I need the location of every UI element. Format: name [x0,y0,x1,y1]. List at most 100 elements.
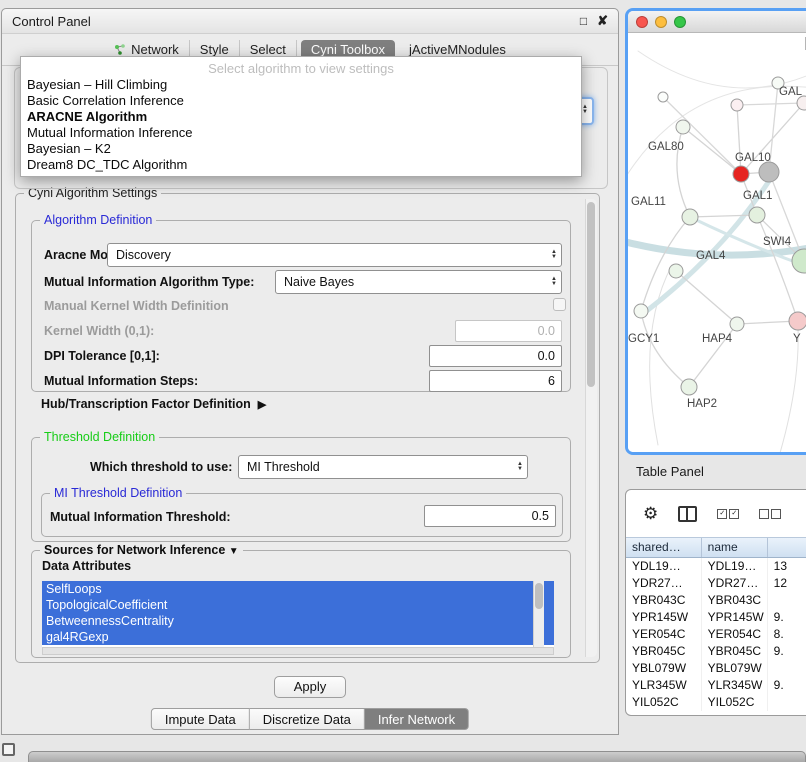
settings-scrollbar-thumb[interactable] [587,202,595,387]
attributes-hscrollbar[interactable] [42,647,554,655]
mi-threshold-field[interactable]: 0.5 [424,505,556,527]
table-row[interactable]: YPR145WYPR145W9. [626,609,806,626]
cyni-algorithm-settings-group: Cyni Algorithm Settings Algorithm Defini… [15,193,600,663]
network-node[interactable] [658,92,668,102]
apply-button[interactable]: Apply [274,676,346,698]
hub-definition-expander[interactable]: Hub/Transcription Factor Definition ▶ [41,397,266,411]
column-header-shared[interactable]: shared… [626,538,702,557]
attributes-scrollbar[interactable] [533,581,544,647]
tab-label: jActiveMNodules [409,43,506,57]
dpi-tolerance-field[interactable]: 0.0 [429,345,562,367]
network-node[interactable] [759,162,779,182]
table-cell: YDR27… [626,575,702,592]
network-node[interactable] [676,120,690,134]
mi-type-value: Naive Bayes [284,275,354,289]
mi-threshold-label: Mutual Information Threshold: [50,510,231,524]
attribute-item-topologicalcoefficient[interactable]: TopologicalCoefficient [42,597,554,613]
attribute-item-selfloops[interactable]: SelfLoops [42,581,554,597]
menu-item-dream8-dc-tdc-algorithm[interactable]: Dream8 DC_TDC Algorithm [21,157,581,173]
table-row[interactable]: YBR045CYBR045C9. [626,643,806,660]
aracne-mode-combobox[interactable]: Discovery ▲▼ [107,243,562,267]
table-row[interactable]: YDL19…YDL19…13 [626,558,806,575]
table-row[interactable]: YBR043CYBR043C [626,592,806,609]
table-row[interactable]: YBL079WYBL079W [626,660,806,677]
network-node[interactable] [682,209,698,225]
network-edge[interactable] [641,311,689,387]
kernel-width-field[interactable]: 0.0 [455,320,562,342]
menu-item-mutual-information-inference[interactable]: Mutual Information Inference [21,125,581,141]
network-node[interactable] [749,207,765,223]
network-node[interactable] [731,99,743,111]
stepper-icon: ▲▼ [551,250,557,260]
algorithm-definition-group: Algorithm Definition Aracne Mode: Discov… [31,220,571,392]
threshold-definition-group: Threshold Definition Which threshold to … [31,437,571,542]
zoom-traffic-light[interactable] [674,16,686,28]
attribute-item-betweennesscentrality[interactable]: BetweennessCentrality [42,613,554,629]
sources-group: Sources for Network Inference ▼ Data Att… [31,550,571,658]
table-body: YDL19…YDL19…13YDR27…YDR27…12YBR043CYBR04… [626,558,806,711]
menu-item-bayesian-k2[interactable]: Bayesian – K2 [21,141,581,157]
which-threshold-combobox[interactable]: MI Threshold ▲▼ [238,455,528,479]
network-edge[interactable] [676,271,737,324]
network-node[interactable] [730,317,744,331]
table-cell: YER054C [702,626,768,643]
menu-item-aracne-algorithm[interactable]: ARACNE Algorithm [21,109,581,125]
network-node[interactable] [797,96,806,110]
which-threshold-label: Which threshold to use: [90,460,232,474]
table-cell: YIL052C [702,694,768,711]
bottom-tab-impute-data[interactable]: Impute Data [151,708,250,730]
minimize-traffic-light[interactable] [655,16,667,28]
column-header-col2[interactable] [768,538,806,557]
network-edge[interactable] [737,103,804,105]
columns-icon[interactable] [678,506,697,522]
network-node[interactable] [789,312,806,330]
network-node[interactable] [634,304,648,318]
sources-legend-text: Sources for Network Inference [44,543,225,557]
network-node[interactable] [733,166,749,182]
table-row[interactable]: YIL052CYIL052C [626,694,806,711]
attributes-scrollbar-thumb[interactable] [535,583,543,609]
table-cell: 12 [768,575,806,592]
settings-scrollbar[interactable] [585,199,597,657]
minimized-panel-icon[interactable] [2,743,15,756]
network-canvas[interactable]: GALGAL80GAL10GAL11GAL1SWI4GAL4GCY1HAP4YH… [628,33,806,453]
manual-kernel-checkbox[interactable] [553,298,566,311]
collapsed-panel-bar[interactable] [28,751,806,762]
attribute-item-gal4rgexp[interactable]: gal4RGexp [42,629,554,645]
column-header-name[interactable]: name [702,538,768,557]
table-cell: YBL079W [626,660,702,677]
gear-icon[interactable]: ⚙ [643,505,658,522]
aracne-mode-value: Discovery [116,248,171,262]
bottom-tab-discretize-data[interactable]: Discretize Data [250,708,365,730]
table-row[interactable]: YER054CYER054C8. [626,626,806,643]
network-node[interactable] [681,379,697,395]
network-edge[interactable] [780,328,798,453]
algorithm-definition-legend: Algorithm Definition [40,213,156,227]
float-window-icon[interactable]: □ [580,14,587,28]
bottom-tab-infer-network[interactable]: Infer Network [365,708,469,730]
table-row[interactable]: YLR345WYLR345W9. [626,677,806,694]
deselect-all-checkboxes-icon[interactable] [759,509,781,519]
network-edge[interactable] [683,127,741,174]
network-node[interactable] [669,264,683,278]
network-edge[interactable] [628,86,806,183]
table-cell [768,694,806,711]
tab-label: Cyni Toolbox [311,43,385,57]
select-all-checkboxes-icon[interactable]: ✓ ✓ [717,509,739,519]
table-cell: YIL052C [626,694,702,711]
menu-item-basic-correlation-inference[interactable]: Basic Correlation Inference [21,93,581,109]
network-edge[interactable] [690,215,757,217]
mi-type-combobox[interactable]: Naive Bayes ▲▼ [275,270,562,294]
sources-legend[interactable]: Sources for Network Inference ▼ [40,543,243,557]
table-header-row: shared…name [626,537,806,558]
table-cell: YPR145W [702,609,768,626]
network-edge[interactable] [663,97,741,174]
table-row[interactable]: YDR27…YDR27…12 [626,575,806,592]
close-window-icon[interactable]: ✘ [597,13,608,29]
tab-label: Style [200,43,229,57]
mi-threshold-group: MI Threshold Definition Mutual Informati… [41,493,563,537]
table-cell: 9. [768,643,806,660]
close-traffic-light[interactable] [636,16,648,28]
menu-item-bayesian-hill-climbing[interactable]: Bayesian – Hill Climbing [21,77,581,93]
mi-steps-field[interactable]: 6 [429,370,562,392]
